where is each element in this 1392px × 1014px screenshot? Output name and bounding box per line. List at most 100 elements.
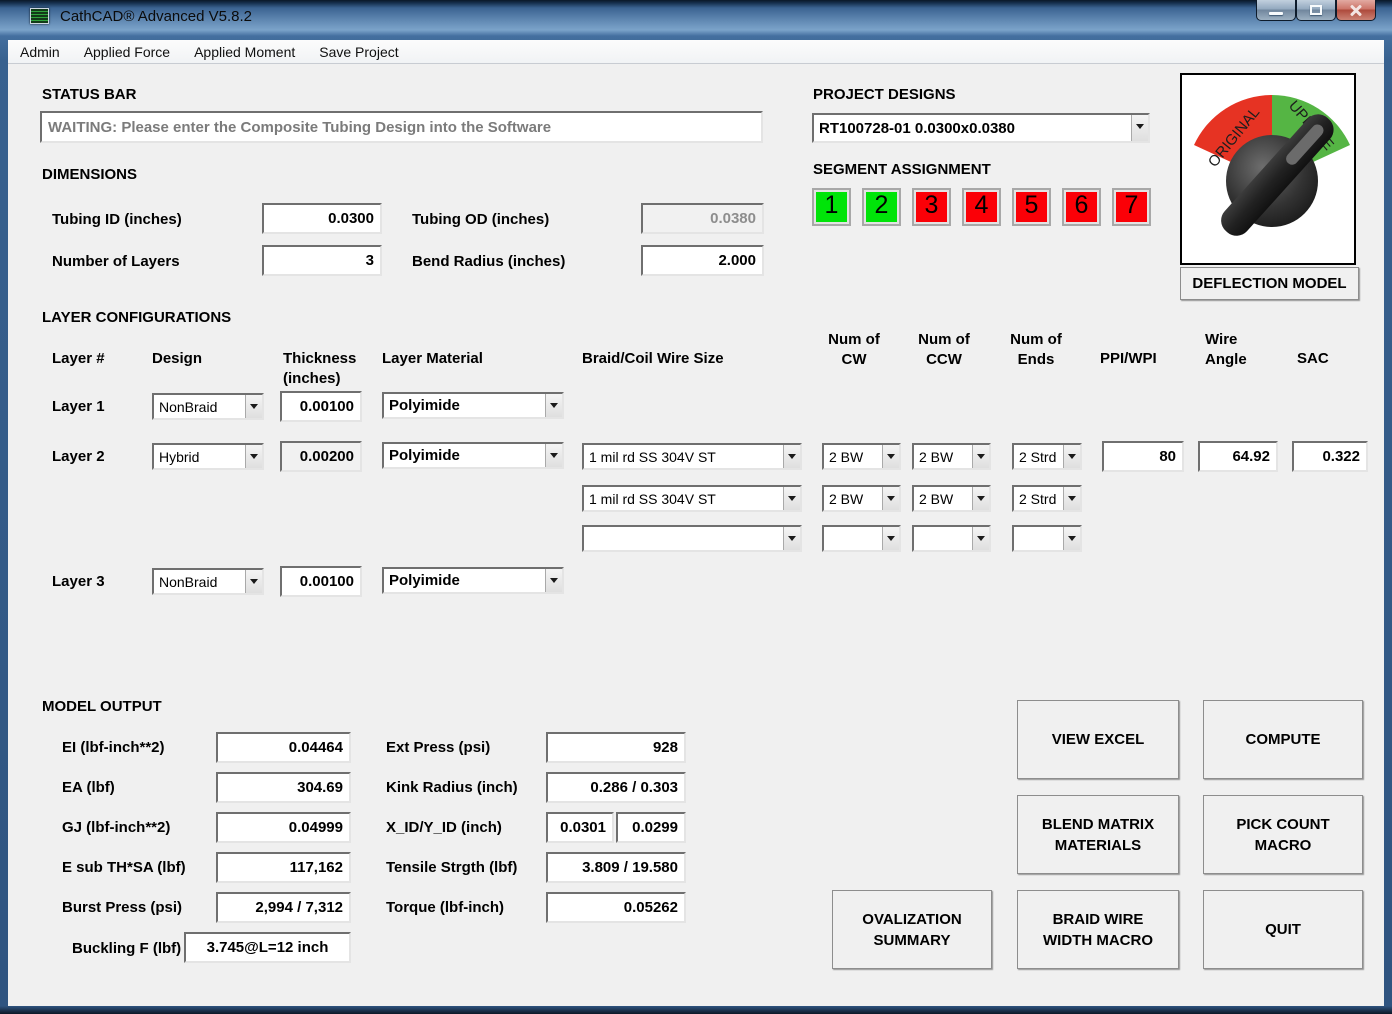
bend-radius-field[interactable]: 2.000	[641, 245, 764, 276]
project-designs-dropdown[interactable]: RT100728-01 0.0300x0.0380	[812, 113, 1150, 143]
tubing-od-label: Tubing OD (inches)	[412, 211, 549, 228]
chevron-down-icon[interactable]	[1131, 115, 1148, 141]
maximize-button[interactable]	[1296, 0, 1336, 21]
chevron-down-icon[interactable]	[245, 395, 262, 418]
layer2-cw-dropdown-3[interactable]	[822, 525, 901, 552]
col-design: Design	[152, 350, 202, 367]
minimize-button[interactable]	[1256, 0, 1296, 21]
layer2-wire-size-dropdown-2[interactable]: 1 mil rd SS 304V ST	[582, 485, 802, 512]
view-excel-button[interactable]: VIEW EXCEL	[1017, 700, 1179, 779]
layer2-sac-field[interactable]: 0.322	[1292, 441, 1368, 472]
tubing-id-label: Tubing ID (inches)	[52, 211, 182, 228]
layer2-wire-size-dropdown-1[interactable]: 1 mil rd SS 304V ST	[582, 443, 802, 470]
yid-field[interactable]: 0.0299	[616, 812, 686, 843]
chevron-down-icon[interactable]	[783, 487, 800, 510]
buckling-label: Buckling F (lbf)	[72, 940, 181, 957]
quit-button[interactable]: QUIT	[1203, 890, 1363, 969]
layer2-cw-dropdown-2[interactable]: 2 BW	[822, 485, 901, 512]
col-num-cw: Num ofCW	[814, 330, 894, 370]
segment-button-5[interactable]: 5	[1012, 188, 1051, 226]
layer1-material-dropdown[interactable]: Polyimide	[382, 392, 564, 419]
layer2-cw-dropdown-1[interactable]: 2 BW	[822, 443, 901, 470]
burst-press-field[interactable]: 2,994 / 7,312	[216, 892, 351, 923]
ea-field[interactable]: 304.69	[216, 772, 351, 803]
torque-label: Torque (lbf-inch)	[386, 899, 504, 916]
segment-button-2[interactable]: 2	[862, 188, 901, 226]
segment-button-3[interactable]: 3	[912, 188, 951, 226]
chevron-down-icon[interactable]	[972, 527, 989, 550]
layer3-material-dropdown[interactable]: Polyimide	[382, 567, 564, 594]
dimensions-label: DIMENSIONS	[42, 166, 137, 183]
layer2-thickness-field: 0.00200	[280, 441, 362, 472]
chevron-down-icon[interactable]	[1063, 527, 1080, 550]
layer2-ccw-dropdown-2[interactable]: 2 BW	[912, 485, 991, 512]
layer2-ppi-field[interactable]: 80	[1102, 441, 1184, 472]
kink-radius-field[interactable]: 0.286 / 0.303	[546, 772, 686, 803]
layer3-thickness-field[interactable]: 0.00100	[280, 566, 362, 597]
kink-radius-label: Kink Radius (inch)	[386, 779, 518, 796]
braid-wire-width-macro-button[interactable]: BRAID WIRE WIDTH MACRO	[1017, 890, 1179, 969]
layer2-design-dropdown[interactable]: Hybrid	[152, 443, 264, 470]
deflection-model-button[interactable]: DEFLECTION MODEL	[1180, 267, 1359, 300]
maximize-icon	[1310, 5, 1322, 15]
gj-field[interactable]: 0.04999	[216, 812, 351, 843]
chevron-down-icon[interactable]	[972, 487, 989, 510]
status-bar-label: STATUS BAR	[42, 86, 136, 103]
chevron-down-icon[interactable]	[245, 445, 262, 468]
chevron-down-icon[interactable]	[972, 445, 989, 468]
pick-count-macro-button[interactable]: PICK COUNT MACRO	[1203, 795, 1363, 874]
menu-applied-moment[interactable]: Applied Moment	[182, 40, 307, 64]
close-icon	[1349, 3, 1363, 17]
col-ppi-wpi: PPI/WPI	[1100, 350, 1157, 367]
close-button[interactable]	[1336, 0, 1376, 21]
col-wire-size: Braid/Coil Wire Size	[582, 350, 724, 367]
blend-matrix-materials-button[interactable]: BLEND MATRIX MATERIALS	[1017, 795, 1179, 874]
ovalization-summary-button[interactable]: OVALIZATION SUMMARY	[832, 890, 992, 969]
torque-field[interactable]: 0.05262	[546, 892, 686, 923]
segment-button-7[interactable]: 7	[1112, 188, 1151, 226]
chevron-down-icon[interactable]	[1063, 487, 1080, 510]
layer1-thickness-field[interactable]: 0.00100	[280, 391, 362, 422]
gj-label: GJ (lbf-inch**2)	[62, 819, 170, 836]
layer2-material-dropdown[interactable]: Polyimide	[382, 442, 564, 469]
layer3-design-dropdown[interactable]: NonBraid	[152, 568, 264, 595]
chevron-down-icon[interactable]	[1063, 445, 1080, 468]
layer2-ccw-dropdown-1[interactable]: 2 BW	[912, 443, 991, 470]
compute-button[interactable]: COMPUTE	[1203, 700, 1363, 779]
segment-button-6[interactable]: 6	[1062, 188, 1101, 226]
menu-admin[interactable]: Admin	[8, 40, 72, 64]
xid-field[interactable]: 0.0301	[546, 812, 614, 843]
model-output-label: MODEL OUTPUT	[42, 698, 162, 715]
layer1-design-dropdown[interactable]: NonBraid	[152, 393, 264, 420]
col-material: Layer Material	[382, 350, 483, 367]
chevron-down-icon[interactable]	[545, 394, 562, 417]
esub-field[interactable]: 117,162	[216, 852, 351, 883]
chevron-down-icon[interactable]	[545, 444, 562, 467]
deflection-gauge: ORIGINAL UPDATE	[1180, 73, 1356, 265]
chevron-down-icon[interactable]	[783, 527, 800, 550]
layer2-ends-dropdown-1[interactable]: 2 Strd	[1012, 443, 1082, 470]
ext-press-field[interactable]: 928	[546, 732, 686, 763]
layer2-ends-dropdown-3[interactable]	[1012, 525, 1082, 552]
chevron-down-icon[interactable]	[882, 487, 899, 510]
tubing-id-field[interactable]: 0.0300	[262, 203, 382, 234]
ei-field[interactable]: 0.04464	[216, 732, 351, 763]
buckling-field[interactable]: 3.745@L=12 inch	[184, 932, 351, 963]
layer2-ends-dropdown-2[interactable]: 2 Strd	[1012, 485, 1082, 512]
tensile-field[interactable]: 3.809 / 19.580	[546, 852, 686, 883]
layer2-ccw-dropdown-3[interactable]	[912, 525, 991, 552]
menu-applied-force[interactable]: Applied Force	[72, 40, 182, 64]
chevron-down-icon[interactable]	[245, 570, 262, 593]
chevron-down-icon[interactable]	[882, 445, 899, 468]
num-layers-field[interactable]: 3	[262, 245, 382, 276]
segment-button-1[interactable]: 1	[812, 188, 851, 226]
menu-save-project[interactable]: Save Project	[307, 40, 410, 64]
status-message-field[interactable]: WAITING: Please enter the Composite Tubi…	[40, 111, 763, 143]
layer2-wire-angle-field[interactable]: 64.92	[1198, 441, 1278, 472]
tubing-od-field: 0.0380	[641, 203, 764, 234]
chevron-down-icon[interactable]	[545, 569, 562, 592]
chevron-down-icon[interactable]	[783, 445, 800, 468]
layer2-wire-size-dropdown-3[interactable]	[582, 525, 802, 552]
segment-button-4[interactable]: 4	[962, 188, 1001, 226]
chevron-down-icon[interactable]	[882, 527, 899, 550]
